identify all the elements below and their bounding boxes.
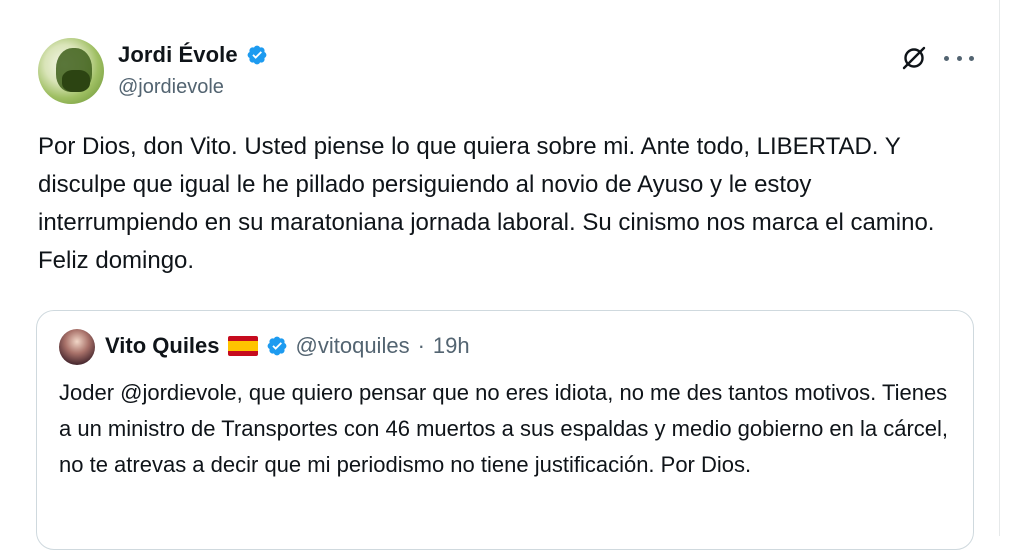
quoted-author-name[interactable]: Vito Quiles (105, 333, 220, 359)
separator-dot: · (417, 333, 425, 358)
quoted-tweet-text: Joder @jordievole, que quiero pensar que… (59, 380, 949, 477)
dot-icon (969, 55, 974, 61)
quoted-tweet-header: Vito Quiles @vitoquiles · 19h (105, 333, 470, 359)
quoted-author-handle[interactable]: @vitoquiles (296, 333, 410, 359)
quoted-author-avatar[interactable] (59, 329, 95, 365)
spain-flag-icon (227, 336, 258, 356)
dot-icon (944, 55, 949, 61)
author-handle[interactable]: @jordievole (118, 76, 224, 99)
tweet-card: Jordi Évole @jordievole Por Dios, don Vi… (0, 0, 1000, 550)
author-name[interactable]: Jordi Évole (118, 42, 238, 68)
quoted-tweet[interactable]: Vito Quiles @vitoquiles · 19h Joder @jor… (36, 310, 974, 550)
verified-badge-icon (247, 45, 267, 65)
avatar-beard (62, 70, 90, 92)
author-name-row: Jordi Évole (118, 42, 268, 68)
author-avatar[interactable] (38, 38, 104, 104)
verified-badge-icon (267, 336, 286, 356)
grok-icon[interactable] (900, 44, 928, 72)
tweet-text: Por Dios, don Vito. Usted piense lo que … (38, 133, 935, 274)
dot-icon (956, 55, 962, 61)
more-options-icon[interactable] (944, 50, 974, 66)
quoted-tweet-time[interactable]: 19h (433, 333, 470, 359)
